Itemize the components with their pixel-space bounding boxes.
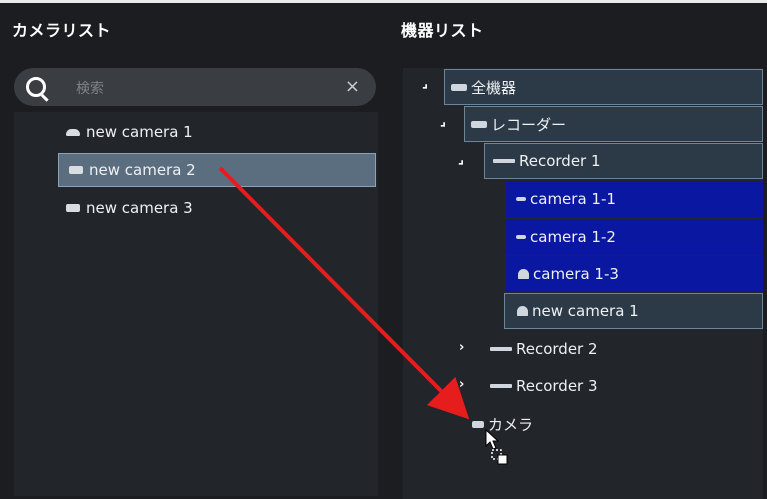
mouse-cursor-icon <box>485 428 508 465</box>
drag-arrow-icon <box>218 166 470 420</box>
app-window: カメラリスト 検索 × new camera 1 new camera 2 ne… <box>0 0 767 499</box>
